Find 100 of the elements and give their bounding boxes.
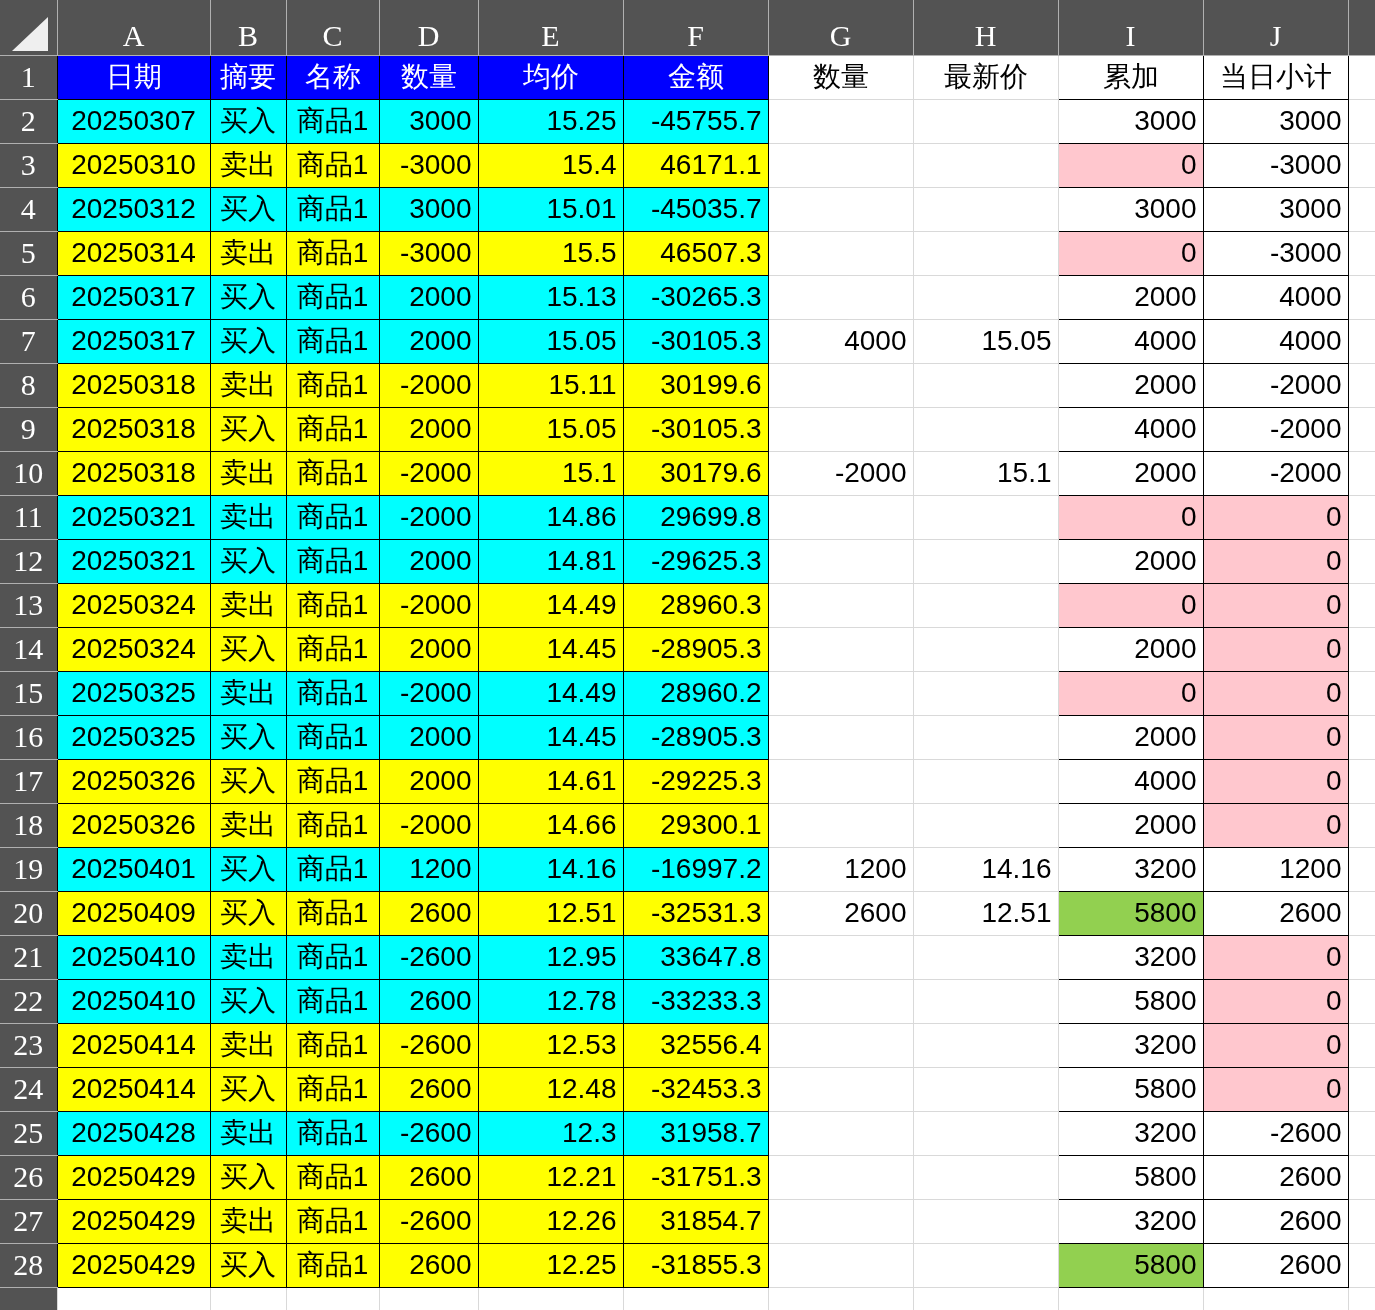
row-header[interactable]: 20	[0, 891, 57, 935]
table-cell: 20250318	[57, 363, 210, 407]
table-cell: 20250326	[57, 759, 210, 803]
table-cell: 5800	[1058, 979, 1203, 1023]
table-cell: -3000	[1203, 143, 1348, 187]
row-header[interactable]: 25	[0, 1111, 57, 1155]
table-cell: 14.16	[913, 847, 1058, 891]
table-cell: 14.81	[478, 539, 623, 583]
table-cell: 买入	[210, 187, 286, 231]
table-cell: -30105.3	[623, 407, 768, 451]
row-header[interactable]: 10	[0, 451, 57, 495]
row-header[interactable]: 6	[0, 275, 57, 319]
table-cell: 商品1	[286, 319, 379, 363]
row-header[interactable]: 13	[0, 583, 57, 627]
table-cell: -2600	[379, 1023, 478, 1067]
header-cell: 累加	[1058, 55, 1203, 99]
select-all-icon[interactable]	[12, 16, 48, 51]
column-header[interactable]: A	[57, 0, 210, 55]
row-header[interactable]: 24	[0, 1067, 57, 1111]
row-header[interactable]: 3	[0, 143, 57, 187]
column-header[interactable]: E	[478, 0, 623, 55]
table-cell: -33233.3	[623, 979, 768, 1023]
table-cell: 商品1	[286, 451, 379, 495]
table-cell: 14.49	[478, 583, 623, 627]
row-header[interactable]: 27	[0, 1199, 57, 1243]
row-header[interactable]: 21	[0, 935, 57, 979]
row-header[interactable]: 23	[0, 1023, 57, 1067]
table-cell: 买入	[210, 627, 286, 671]
row-header[interactable]: 17	[0, 759, 57, 803]
table-cell: 14.45	[478, 627, 623, 671]
column-header[interactable]: J	[1203, 0, 1348, 55]
row-header[interactable]: 1	[0, 55, 57, 99]
table-cell: 33647.8	[623, 935, 768, 979]
row-header[interactable]: 12	[0, 539, 57, 583]
column-header[interactable]: F	[623, 0, 768, 55]
table-cell: 2000	[379, 759, 478, 803]
table-cell: 20250321	[57, 539, 210, 583]
header-cell: 最新价	[913, 55, 1058, 99]
row-header[interactable]: 14	[0, 627, 57, 671]
table-cell: -28905.3	[623, 715, 768, 759]
row-header[interactable]: 9	[0, 407, 57, 451]
column-header[interactable]: H	[913, 0, 1058, 55]
table-cell: 2000	[379, 539, 478, 583]
table-cell: 卖出	[210, 1023, 286, 1067]
table-cell: 14.16	[478, 847, 623, 891]
row-header[interactable]: 16	[0, 715, 57, 759]
row-header[interactable]: 28	[0, 1243, 57, 1287]
column-header[interactable]: D	[379, 0, 478, 55]
table-cell: 0	[1203, 627, 1348, 671]
row-header[interactable]: 5	[0, 231, 57, 275]
table-cell: -30265.3	[623, 275, 768, 319]
row-header[interactable]: 7	[0, 319, 57, 363]
header-cell: 数量	[768, 55, 913, 99]
table-cell: 0	[1058, 231, 1203, 275]
table-cell: 0	[1058, 143, 1203, 187]
table-cell: 买入	[210, 1243, 286, 1287]
table-cell: 2000	[379, 319, 478, 363]
table-cell: 15.1	[913, 451, 1058, 495]
table-cell: -28905.3	[623, 627, 768, 671]
row-header[interactable]: 22	[0, 979, 57, 1023]
table-cell: 2600	[379, 1067, 478, 1111]
row-header[interactable]: 11	[0, 495, 57, 539]
table-cell: 0	[1058, 495, 1203, 539]
row-header[interactable]: 4	[0, 187, 57, 231]
row-header[interactable]: 8	[0, 363, 57, 407]
table-cell: 2000	[1058, 539, 1203, 583]
table-cell: 1200	[379, 847, 478, 891]
table-cell: 3000	[1058, 187, 1203, 231]
table-cell: 2600	[1203, 1199, 1348, 1243]
row-header[interactable]: 15	[0, 671, 57, 715]
table-cell: 2000	[379, 275, 478, 319]
row-header[interactable]: 2	[0, 99, 57, 143]
column-header[interactable]: C	[286, 0, 379, 55]
table-cell: 卖出	[210, 1111, 286, 1155]
table-cell: 12.95	[478, 935, 623, 979]
table-cell: 2600	[1203, 891, 1348, 935]
table-cell: 14.86	[478, 495, 623, 539]
table-cell: 20250324	[57, 627, 210, 671]
table-cell: 3000	[1203, 99, 1348, 143]
header-cell: 金额	[623, 55, 768, 99]
column-header[interactable]: I	[1058, 0, 1203, 55]
table-cell: -2000	[1203, 451, 1348, 495]
table-cell: 0	[1058, 583, 1203, 627]
table-cell: 2600	[379, 891, 478, 935]
row-header[interactable]: 26	[0, 1155, 57, 1199]
column-header[interactable]: B	[210, 0, 286, 55]
table-cell: 卖出	[210, 495, 286, 539]
table-cell: 20250324	[57, 583, 210, 627]
table-cell: 15.5	[478, 231, 623, 275]
table-cell: 15.4	[478, 143, 623, 187]
table-cell: 29699.8	[623, 495, 768, 539]
row-header[interactable]: 18	[0, 803, 57, 847]
table-cell: 12.21	[478, 1155, 623, 1199]
table-cell: 买入	[210, 1067, 286, 1111]
table-cell: 5800	[1058, 1243, 1203, 1287]
table-cell: 12.78	[478, 979, 623, 1023]
column-header[interactable]: G	[768, 0, 913, 55]
header-cell: 摘要	[210, 55, 286, 99]
table-cell: 20250325	[57, 715, 210, 759]
row-header[interactable]: 19	[0, 847, 57, 891]
